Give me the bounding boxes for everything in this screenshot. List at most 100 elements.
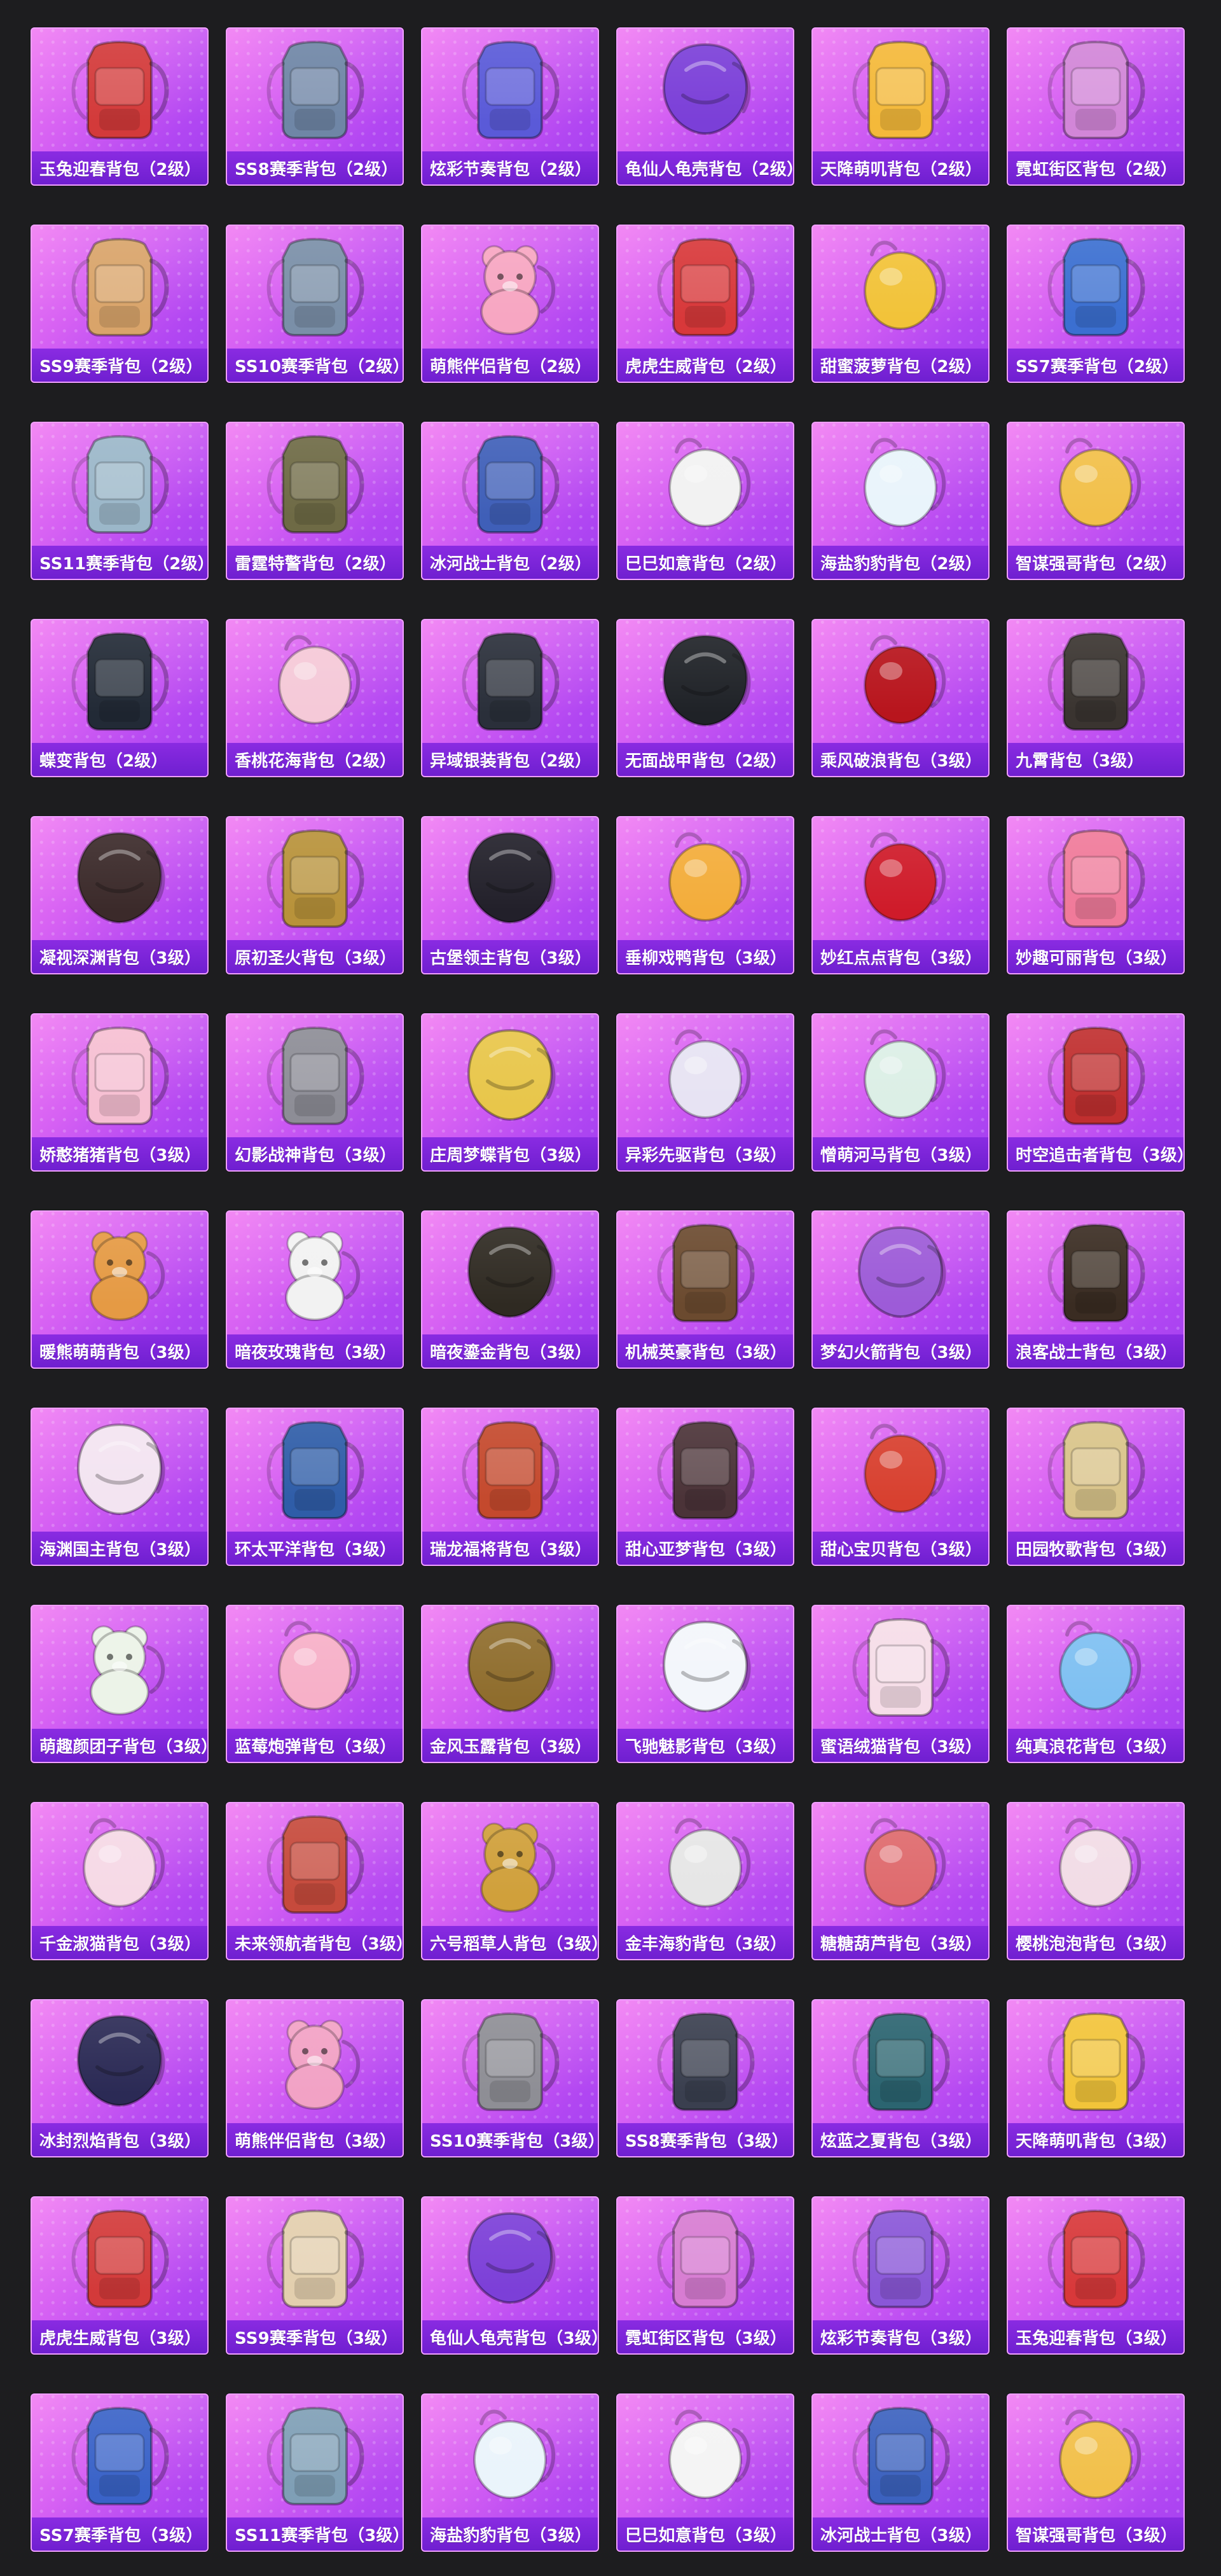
backpack-card[interactable]: 暗夜鎏金背包（3级） [421, 1210, 599, 1369]
backpack-icon [1008, 1021, 1183, 1129]
backpack-card[interactable]: 千金淑猫背包（3级） [31, 1802, 209, 1960]
backpack-name: SS7赛季背包（3级） [39, 2526, 203, 2545]
backpack-card[interactable]: 冰封烈焰背包（3级） [31, 1999, 209, 2157]
backpack-card[interactable]: 天降萌叽背包（2级） [811, 27, 990, 186]
backpack-card[interactable]: 古堡领主背包（3级） [421, 816, 599, 974]
backpack-card[interactable]: SS8赛季背包（2级） [226, 27, 404, 186]
backpack-card[interactable]: 冰河战士背包（2级） [421, 422, 599, 580]
backpack-icon [617, 824, 793, 932]
backpack-icon [422, 824, 598, 932]
backpack-card[interactable]: 乘风破浪背包（3级） [811, 619, 990, 777]
backpack-card[interactable]: 纯真浪花背包（3级） [1007, 1605, 1185, 1763]
backpack-card[interactable]: 暖熊萌萌背包（3级） [31, 1210, 209, 1369]
backpack-card[interactable]: SS9赛季背包（2级） [31, 225, 209, 383]
backpack-card[interactable]: 炫彩节奏背包（2级） [421, 27, 599, 186]
backpack-card[interactable]: 甜蜜菠萝背包（2级） [811, 225, 990, 383]
backpack-card[interactable]: 智谋强哥背包（3级） [1007, 2393, 1185, 2552]
backpack-card[interactable]: 糖糖葫芦背包（3级） [811, 1802, 990, 1960]
backpack-card[interactable]: 萌熊伴侣背包（2级） [421, 225, 599, 383]
backpack-card[interactable]: 海渊国主背包（3级） [31, 1408, 209, 1566]
backpack-card[interactable]: 娇憨猪猪背包（3级） [31, 1013, 209, 1172]
backpack-card[interactable]: SS8赛季背包（3级） [616, 1999, 794, 2157]
backpack-card[interactable]: 萌趣颜团子背包（3级） [31, 1605, 209, 1763]
backpack-name: 梦幻火箭背包（3级） [820, 1343, 983, 1362]
backpack-name: 萌熊伴侣背包（3级） [235, 2131, 397, 2151]
backpack-card[interactable]: 憎萌河马背包（3级） [811, 1013, 990, 1172]
backpack-card[interactable]: SS7赛季背包（2级） [1007, 225, 1185, 383]
backpack-card[interactable]: 萌熊伴侣背包（3级） [226, 1999, 404, 2157]
backpack-card[interactable]: 玉兔迎春背包（3级） [1007, 2196, 1185, 2355]
backpack-card[interactable]: 虎虎生威背包（2级） [616, 225, 794, 383]
backpack-name: SS8赛季背包（2级） [235, 160, 398, 179]
backpack-card[interactable]: 九霄背包（3级） [1007, 619, 1185, 777]
backpack-card[interactable]: 金风玉露背包（3级） [421, 1605, 599, 1763]
backpack-card[interactable]: 蜜语绒猫背包（3级） [811, 1605, 990, 1763]
backpack-card[interactable]: 无面战甲背包（2级） [616, 619, 794, 777]
backpack-card[interactable]: 蝶变背包（2级） [31, 619, 209, 777]
backpack-card[interactable]: 机械英豪背包（3级） [616, 1210, 794, 1369]
backpack-card[interactable]: 甜心宝贝背包（3级） [811, 1408, 990, 1566]
backpack-card[interactable]: 瑞龙福将背包（3级） [421, 1408, 599, 1566]
backpack-card[interactable]: SS10赛季背包（2级） [226, 225, 404, 383]
backpack-card[interactable]: 未来领航者背包（3级） [226, 1802, 404, 1960]
backpack-card[interactable]: 庄周梦蝶背包（3级） [421, 1013, 599, 1172]
backpack-icon [32, 1415, 207, 1523]
backpack-card[interactable]: 虎虎生威背包（3级） [31, 2196, 209, 2355]
backpack-icon [813, 1415, 988, 1523]
backpack-icon [227, 1218, 403, 1326]
backpack-card[interactable]: SS10赛季背包（3级） [421, 1999, 599, 2157]
backpack-card[interactable]: 海盐豹豹背包（3级） [421, 2393, 599, 2552]
backpack-card[interactable]: 凝视深渊背包（3级） [31, 816, 209, 974]
backpack-card[interactable]: 金丰海豹背包（3级） [616, 1802, 794, 1960]
backpack-card[interactable]: 环太平洋背包（3级） [226, 1408, 404, 1566]
backpack-card[interactable]: SS11赛季背包（2级） [31, 422, 209, 580]
backpack-card[interactable]: 龟仙人龟壳背包（3级） [421, 2196, 599, 2355]
backpack-card[interactable]: 蓝莓炮弹背包（3级） [226, 1605, 404, 1763]
backpack-card[interactable]: 异域银装背包（2级） [421, 619, 599, 777]
backpack-card[interactable]: SS9赛季背包（3级） [226, 2196, 404, 2355]
backpack-name: 甜心宝贝背包（3级） [820, 1540, 983, 1560]
backpack-card[interactable]: 原初圣火背包（3级） [226, 816, 404, 974]
backpack-card[interactable]: 妙趣可丽背包（3级） [1007, 816, 1185, 974]
backpack-card[interactable]: 田园牧歌背包（3级） [1007, 1408, 1185, 1566]
backpack-icon [227, 1612, 403, 1721]
backpack-card[interactable]: 甜心亚梦背包（3级） [616, 1408, 794, 1566]
backpack-card[interactable]: SS7赛季背包（3级） [31, 2393, 209, 2552]
backpack-card[interactable]: 异彩先驱背包（3级） [616, 1013, 794, 1172]
backpack-card[interactable]: 天降萌叽背包（3级） [1007, 1999, 1185, 2157]
backpack-card[interactable]: 暗夜玫瑰背包（3级） [226, 1210, 404, 1369]
backpack-label: 垂柳戏鸭背包（3级） [617, 940, 793, 973]
backpack-icon [32, 232, 207, 340]
backpack-icon [422, 1218, 598, 1326]
backpack-card[interactable]: 冰河战士背包（3级） [811, 2393, 990, 2552]
backpack-label: 天降萌叽背包（2级） [813, 151, 988, 184]
backpack-card[interactable]: 玉兔迎春背包（2级） [31, 27, 209, 186]
backpack-card[interactable]: 炫蓝之夏背包（3级） [811, 1999, 990, 2157]
backpack-label: 蓝莓炮弹背包（3级） [227, 1729, 403, 1762]
backpack-card[interactable]: 樱桃泡泡背包（3级） [1007, 1802, 1185, 1960]
backpack-card[interactable]: 智谋强哥背包（2级） [1007, 422, 1185, 580]
backpack-card[interactable]: 梦幻火箭背包（3级） [811, 1210, 990, 1369]
backpack-card[interactable]: 巳巳如意背包（3级） [616, 2393, 794, 2552]
backpack-card[interactable]: 浪客战士背包（3级） [1007, 1210, 1185, 1369]
backpack-card[interactable]: 霓虹街区背包（3级） [616, 2196, 794, 2355]
backpack-card[interactable]: 妙红点点背包（3级） [811, 816, 990, 974]
backpack-card[interactable]: 雷霆特警背包（2级） [226, 422, 404, 580]
backpack-card[interactable]: 六号稻草人背包（3级） [421, 1802, 599, 1960]
backpack-card[interactable]: 香桃花海背包（2级） [226, 619, 404, 777]
backpack-card[interactable]: 时空追击者背包（3级） [1007, 1013, 1185, 1172]
backpack-card[interactable]: 飞驰魅影背包（3级） [616, 1605, 794, 1763]
backpack-card[interactable]: 海盐豹豹背包（2级） [811, 422, 990, 580]
backpack-card[interactable]: SS11赛季背包（3级） [226, 2393, 404, 2552]
backpack-icon [617, 232, 793, 340]
backpack-card[interactable]: 垂柳戏鸭背包（3级） [616, 816, 794, 974]
backpack-icon [1008, 627, 1183, 735]
backpack-icon [227, 2401, 403, 2509]
backpack-card[interactable]: 幻影战神背包（3级） [226, 1013, 404, 1172]
backpack-icon [32, 2401, 207, 2509]
backpack-card[interactable]: 霓虹街区背包（2级） [1007, 27, 1185, 186]
backpack-label: 异彩先驱背包（3级） [617, 1137, 793, 1170]
backpack-card[interactable]: 巳巳如意背包（2级） [616, 422, 794, 580]
backpack-card[interactable]: 炫彩节奏背包（3级） [811, 2196, 990, 2355]
backpack-card[interactable]: 龟仙人龟壳背包（2级） [616, 27, 794, 186]
